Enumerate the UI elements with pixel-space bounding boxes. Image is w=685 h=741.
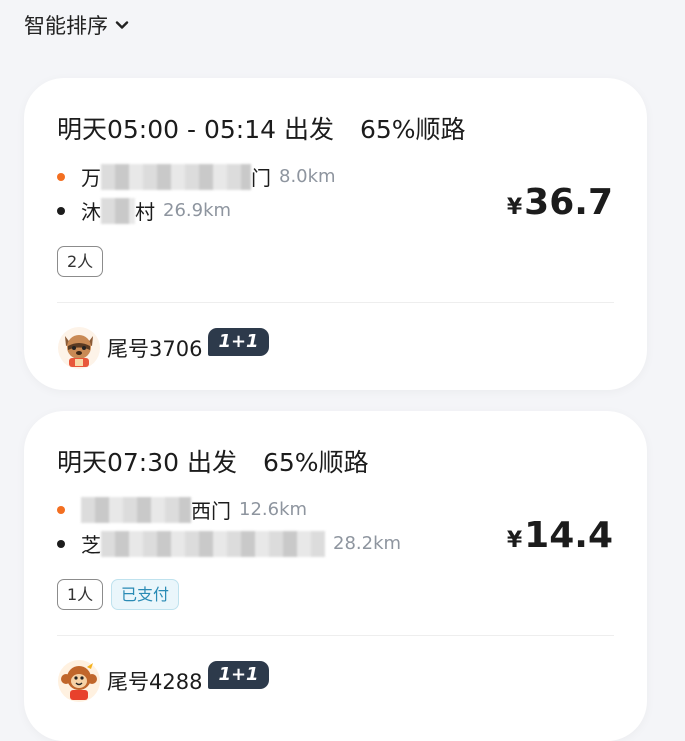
start-place-suffix: 门 [251, 166, 271, 190]
end-dot-icon [57, 206, 65, 215]
sort-label: 智能排序 [24, 14, 108, 38]
chevron-down-icon [115, 21, 129, 29]
passenger-info: 尾号3706 1+1 [57, 326, 269, 370]
masked-text [101, 530, 325, 557]
passenger-info: 尾号4288 1+1 [57, 659, 269, 703]
end-distance: 28.2km [333, 533, 402, 554]
masked-text [101, 163, 251, 190]
start-location: 西门 12.6km [57, 495, 307, 524]
price-value: 36.7 [524, 182, 613, 223]
end-dot-icon [57, 539, 65, 548]
tail-number: 尾号3706 [107, 337, 203, 361]
passenger-count-tag: 1人 [57, 579, 104, 610]
start-dot-icon [57, 505, 65, 514]
sort-dropdown[interactable]: 智能排序 [24, 10, 130, 40]
match-rate: 65%顺路 [359, 115, 466, 144]
currency-symbol: ¥ [506, 195, 523, 220]
start-distance: 8.0km [279, 166, 336, 187]
end-place-prefix: 沐 [81, 200, 101, 224]
order-card[interactable]: 明天05:00 - 05:14 出发 65%顺路 万 门 8.0km 沐 村 26… [24, 78, 647, 390]
price: ¥ 14.4 [507, 515, 613, 556]
carpool-badge: 1+1 [208, 661, 269, 689]
departure-time: 明天05:00 - 05:14 出发 [57, 115, 334, 144]
tail-number: 尾号4288 [107, 670, 203, 694]
passenger-count-tag: 2人 [57, 246, 104, 277]
price-value: 14.4 [524, 515, 613, 556]
masked-text [81, 496, 191, 523]
start-distance: 12.6km [239, 499, 308, 520]
carpool-badge: 1+1 [208, 328, 269, 356]
match-rate: 65%顺路 [263, 448, 369, 477]
start-location: 万 门 8.0km [57, 162, 336, 191]
end-place-prefix: 芝 [81, 533, 101, 557]
end-location: 沐 村 26.9km [57, 196, 231, 225]
end-location: 芝 28.2km [57, 529, 401, 558]
divider [57, 635, 614, 636]
order-title: 明天05:00 - 05:14 出发 65%顺路 [57, 110, 466, 146]
end-place-suffix: 村 [135, 200, 155, 224]
masked-text [101, 197, 135, 224]
departure-time: 明天07:30 出发 [57, 448, 237, 477]
start-place-prefix: 万 [81, 166, 101, 190]
price: ¥ 36.7 [507, 182, 613, 223]
paid-status-tag: 已支付 [111, 579, 180, 610]
currency-symbol: ¥ [506, 528, 523, 553]
raccoon-avatar-icon [58, 327, 100, 369]
divider [57, 302, 614, 303]
start-dot-icon [57, 172, 65, 181]
start-place-suffix: 西门 [191, 499, 231, 523]
end-distance: 26.9km [163, 200, 232, 221]
order-card[interactable]: 明天07:30 出发 65%顺路 西门 12.6km 芝 28.2km ¥ 14.… [24, 411, 647, 741]
order-title: 明天07:30 出发 65%顺路 [57, 443, 369, 479]
monkey-avatar-icon [58, 660, 100, 702]
